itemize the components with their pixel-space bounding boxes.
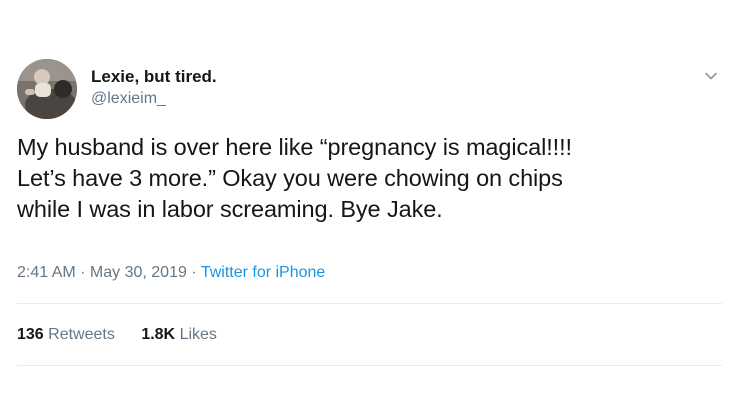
- likes-count: 1.8K: [141, 326, 176, 343]
- avatar[interactable]: [17, 59, 77, 119]
- meta-separator: ·: [186, 264, 201, 281]
- retweets-count: 136: [17, 326, 44, 343]
- tweet-text: My husband is over here like “pregnancy …: [17, 132, 717, 225]
- likes-stat[interactable]: 1.8K Likes: [141, 324, 217, 346]
- likes-label: Likes: [179, 326, 217, 343]
- meta-separator: ·: [75, 264, 90, 281]
- tweet-source-link[interactable]: Twitter for iPhone: [201, 264, 326, 281]
- tweet-stats: 136 Retweets 1.8K Likes: [17, 324, 239, 346]
- divider: [17, 303, 722, 304]
- user-handle[interactable]: @lexieim_: [91, 89, 217, 109]
- tweet-text-line: while I was in labor screaming. Bye Jake…: [17, 196, 443, 222]
- tweet-text-line: My husband is over here like “pregnancy …: [17, 134, 572, 160]
- chevron-down-icon[interactable]: [703, 68, 719, 84]
- tweet-time[interactable]: 2:41 AM: [17, 264, 76, 281]
- user-info: Lexie, but tired. @lexieim_: [91, 67, 217, 109]
- display-name[interactable]: Lexie, but tired.: [91, 67, 217, 87]
- tweet-date[interactable]: May 30, 2019: [90, 264, 187, 281]
- tweet-header: Lexie, but tired. @lexieim_: [17, 59, 727, 119]
- retweets-stat[interactable]: 136 Retweets: [17, 324, 115, 346]
- tweet-card: Lexie, but tired. @lexieim_ My husband i…: [0, 0, 737, 415]
- retweets-label: Retweets: [48, 326, 115, 343]
- tweet-metadata: 2:41 AM · May 30, 2019 · Twitter for iPh…: [17, 262, 325, 284]
- tweet-text-line: Let’s have 3 more.” Okay you were chowin…: [17, 165, 563, 191]
- divider: [17, 365, 722, 366]
